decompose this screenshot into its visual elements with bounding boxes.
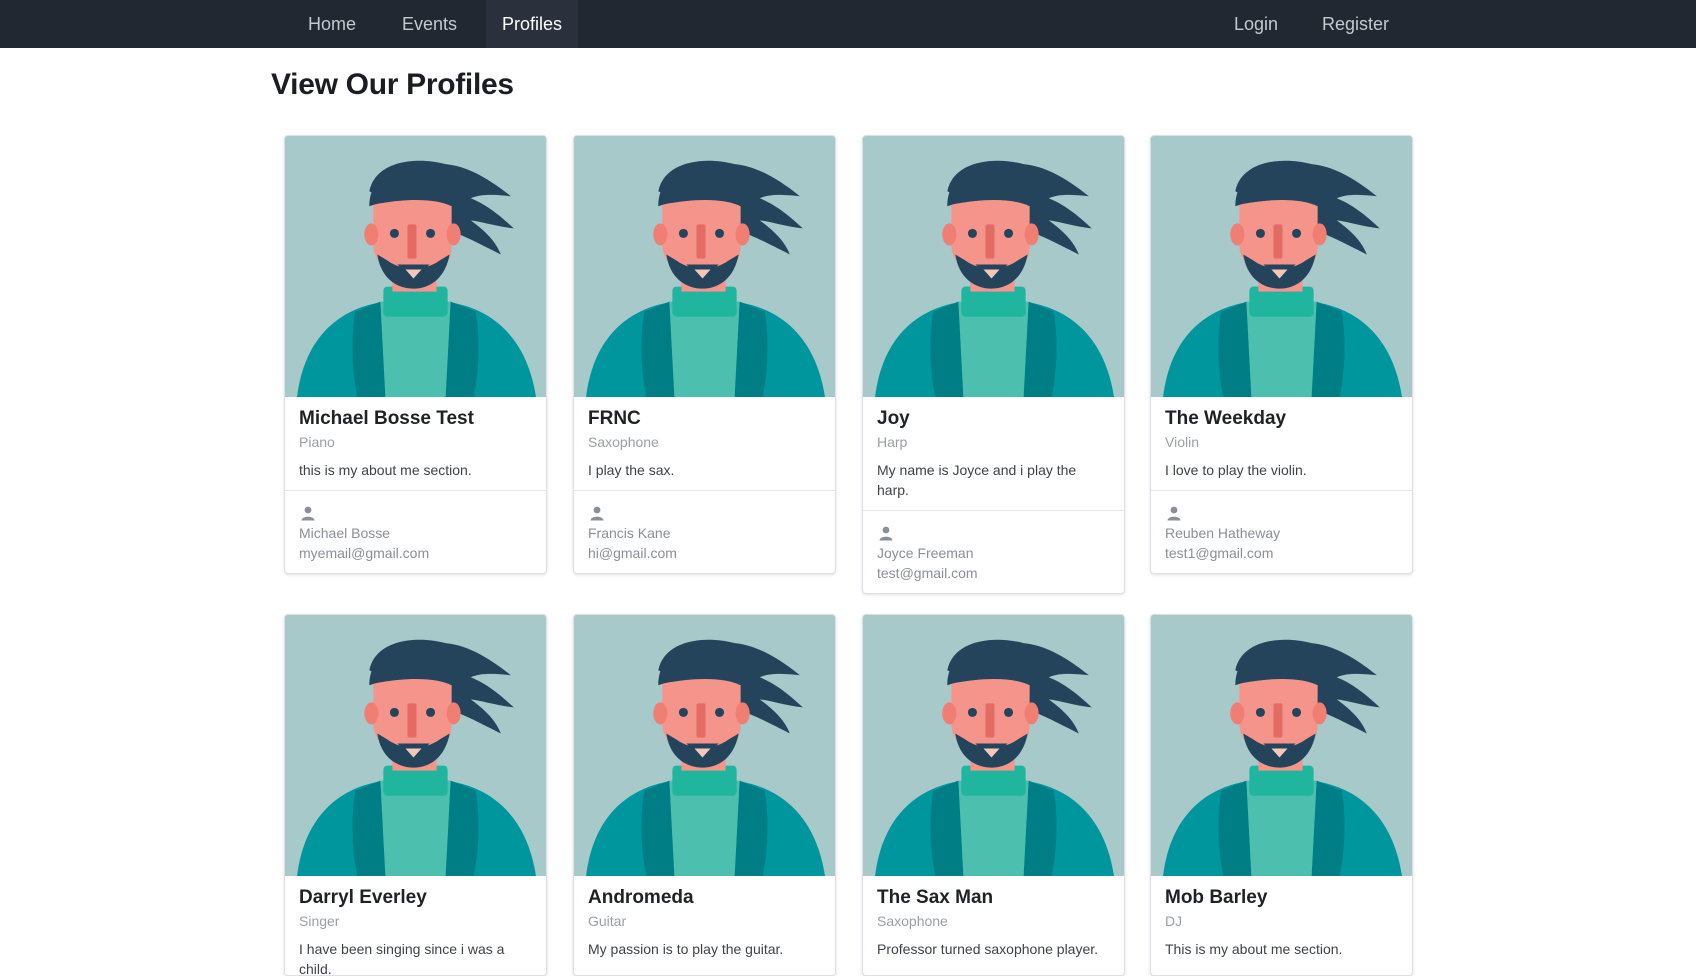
nav-register-link[interactable]: Register [1322, 0, 1389, 48]
profile-card[interactable]: The Weekday Violin I love to play the vi… [1150, 135, 1413, 574]
profile-card[interactable]: Michael Bosse Test Piano this is my abou… [284, 135, 547, 574]
profile-about: this is my about me section. [299, 462, 472, 478]
profile-name: Darryl Everley [299, 887, 427, 908]
profile-name: Michael Bosse Test [299, 408, 474, 429]
profile-instrument: Harp [877, 434, 908, 450]
profile-card[interactable]: Joy Harp My name is Joyce and i play the… [862, 135, 1125, 594]
nav-login-link[interactable]: Login [1234, 0, 1278, 48]
user-icon [1167, 506, 1181, 521]
profile-email: test1@gmail.com [1165, 545, 1274, 561]
profile-card[interactable]: Mob Barley DJ This is my about me sectio… [1150, 614, 1413, 976]
nav-profiles-link[interactable]: Profiles [486, 0, 579, 48]
user-icon [879, 526, 893, 541]
profile-name: Mob Barley [1165, 887, 1268, 908]
card-footer: Michael Bosse myemail@gmail.com [285, 490, 546, 573]
profile-name: Andromeda [588, 887, 694, 908]
profile-instrument: Piano [299, 434, 335, 450]
page-title: View Our Profiles [271, 68, 514, 101]
profile-owner: Francis Kane [588, 525, 671, 541]
profile-instrument: Saxophone [877, 913, 948, 929]
avatar-illustration [285, 136, 546, 397]
profile-card[interactable]: Darryl Everley Singer I have been singin… [284, 614, 547, 976]
top-navbar: Home Events Profiles Login Register [0, 0, 1696, 48]
avatar-illustration [285, 615, 546, 876]
profile-about: I have been singing since i was a child. [299, 941, 505, 976]
profile-instrument: Violin [1165, 434, 1199, 450]
avatar-illustration [863, 615, 1124, 876]
avatar-illustration [574, 136, 835, 397]
profile-card[interactable]: FRNC Saxophone I play the sax. Francis K… [573, 135, 836, 574]
avatar-illustration [574, 615, 835, 876]
profile-instrument: Saxophone [588, 434, 659, 450]
profile-name: The Weekday [1165, 408, 1287, 429]
profile-email: test@gmail.com [877, 565, 978, 581]
card-footer: Reuben Hatheway test1@gmail.com [1151, 490, 1412, 573]
profile-card[interactable]: Andromeda Guitar My passion is to play t… [573, 614, 836, 976]
profile-name: Joy [877, 408, 910, 429]
user-icon [301, 506, 315, 521]
profile-name: The Sax Man [877, 887, 994, 908]
profile-instrument: Guitar [588, 913, 627, 929]
profile-owner: Joyce Freeman [877, 545, 974, 561]
profile-instrument: Singer [299, 913, 340, 929]
profile-owner: Michael Bosse [299, 525, 391, 541]
card-footer: Joyce Freeman test@gmail.com [863, 510, 1124, 593]
profile-name: FRNC [588, 408, 641, 429]
nav-events-link[interactable]: Events [402, 0, 457, 48]
user-icon [590, 506, 604, 521]
profile-owner: Reuben Hatheway [1165, 525, 1281, 541]
profile-about: My name is Joyce and i play the harp. [877, 462, 1077, 498]
avatar-illustration [863, 136, 1124, 397]
profile-card[interactable]: The Sax Man Saxophone Professor turned s… [862, 614, 1125, 976]
avatar-illustration [1151, 615, 1412, 876]
profile-about: I love to play the violin. [1165, 462, 1307, 478]
profile-about: This is my about me section. [1165, 941, 1343, 957]
profile-email: hi@gmail.com [588, 545, 677, 561]
profile-email: myemail@gmail.com [299, 545, 430, 561]
profile-instrument: DJ [1165, 913, 1183, 929]
avatar-illustration [1151, 136, 1412, 397]
card-footer: Francis Kane hi@gmail.com [574, 490, 835, 573]
nav-home-link[interactable]: Home [308, 0, 356, 48]
profile-about: Professor turned saxophone player. [877, 941, 1099, 957]
profile-about: I play the sax. [588, 462, 675, 478]
profile-about: My passion is to play the guitar. [588, 941, 784, 957]
